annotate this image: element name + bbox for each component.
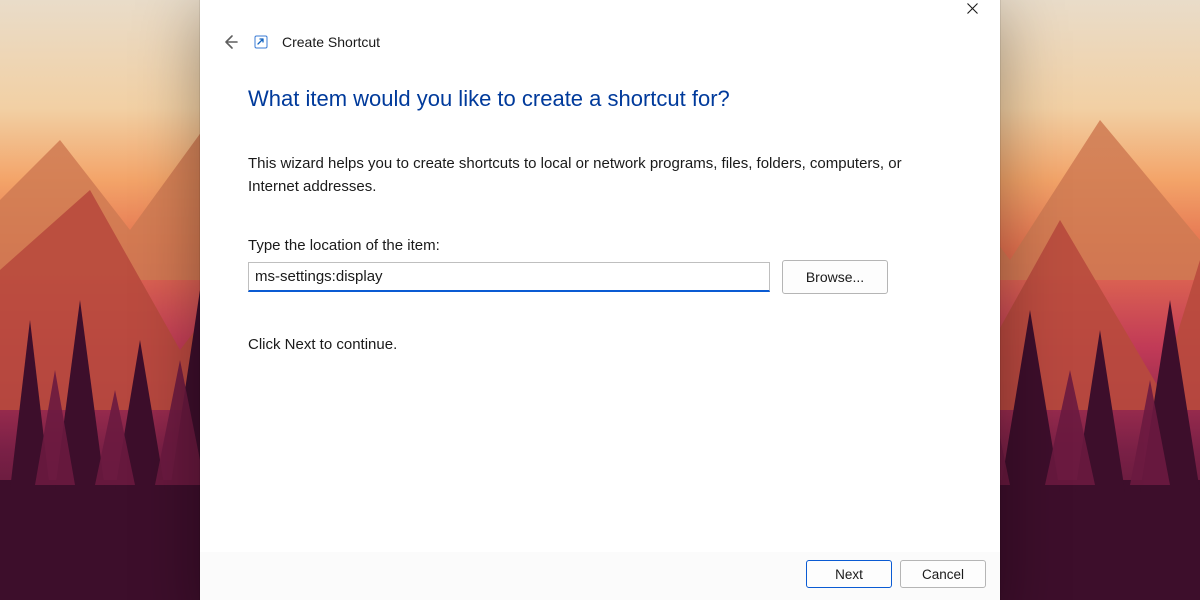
wizard-heading: What item would you like to create a sho… — [248, 86, 952, 112]
continue-instruction: Click Next to continue. — [248, 336, 952, 353]
dialog-titlebar — [200, 0, 1000, 22]
location-input-row: Browse... — [248, 260, 952, 294]
dialog-content: What item would you like to create a sho… — [200, 56, 1000, 552]
create-shortcut-dialog: Create Shortcut What item would you like… — [200, 0, 1000, 600]
shortcut-wizard-icon — [254, 35, 268, 49]
close-button[interactable] — [950, 0, 994, 22]
close-icon — [967, 3, 978, 14]
next-button[interactable]: Next — [806, 560, 892, 588]
arrow-left-icon — [221, 33, 239, 51]
wizard-description: This wizard helps you to create shortcut… — [248, 152, 928, 199]
back-button[interactable] — [220, 32, 240, 52]
location-label: Type the location of the item: — [248, 237, 952, 254]
browse-button[interactable]: Browse... — [782, 260, 888, 294]
cancel-button[interactable]: Cancel — [900, 560, 986, 588]
dialog-header: Create Shortcut — [200, 22, 1000, 56]
dialog-footer: Next Cancel — [200, 552, 1000, 600]
location-input[interactable] — [248, 262, 770, 292]
dialog-title: Create Shortcut — [282, 34, 380, 50]
